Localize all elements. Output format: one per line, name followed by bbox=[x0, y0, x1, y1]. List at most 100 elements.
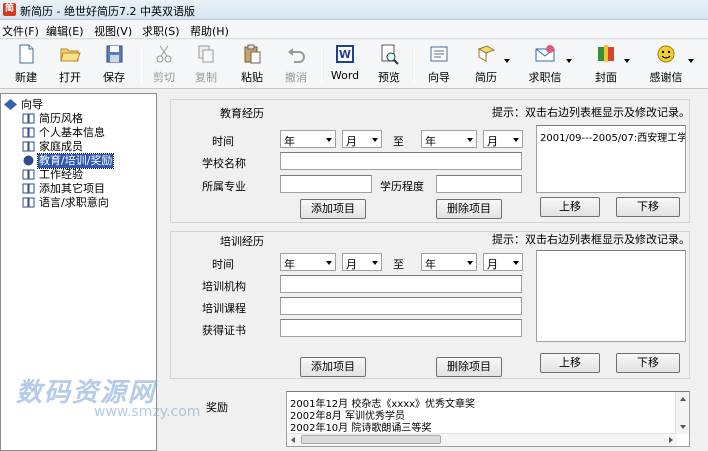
preview-button[interactable]: 预览 bbox=[370, 43, 408, 87]
envelope-icon bbox=[535, 45, 555, 62]
train-end-year-select[interactable]: 年 bbox=[421, 253, 477, 271]
undo-button[interactable]: 撤消 bbox=[278, 43, 314, 87]
edu-time-label: 时间 bbox=[212, 135, 234, 148]
scroll-up-icon bbox=[680, 397, 686, 401]
menu-help[interactable]: 帮助(H) bbox=[190, 23, 229, 39]
chevron-down-icon bbox=[467, 138, 473, 142]
chevron-down-icon bbox=[513, 261, 519, 265]
scissors-icon bbox=[156, 45, 172, 63]
svg-text:W: W bbox=[339, 48, 351, 61]
train-time-label: 时间 bbox=[212, 258, 234, 271]
resume-dropdown-button[interactable]: 简历 bbox=[464, 43, 510, 87]
train-cert-input[interactable] bbox=[280, 319, 522, 337]
scroll-left-icon bbox=[291, 437, 295, 443]
undo-arrow-icon bbox=[288, 48, 305, 63]
edu-end-year-select[interactable]: 年 bbox=[421, 130, 477, 148]
train-end-month-select[interactable]: 月 bbox=[483, 253, 523, 271]
chevron-down-icon bbox=[688, 59, 694, 63]
edu-start-year-select[interactable]: 年 bbox=[280, 130, 336, 148]
chevron-down-icon bbox=[372, 261, 378, 265]
cut-button[interactable]: 剪切 bbox=[146, 43, 182, 87]
major-input[interactable] bbox=[280, 175, 372, 193]
edu-start-month-select[interactable]: 月 bbox=[342, 130, 382, 148]
train-cert-label: 获得证书 bbox=[202, 324, 246, 337]
training-hint: 提示：双击右边列表框显示及修改记录。 bbox=[492, 233, 690, 246]
scroll-thumb bbox=[301, 435, 441, 444]
scroll-down-icon bbox=[680, 425, 686, 429]
education-hint: 提示：双击右边列表框显示及修改记录。 bbox=[492, 106, 690, 119]
wizard-icon bbox=[430, 46, 448, 62]
chevron-down-icon bbox=[326, 138, 332, 142]
list-item: 2002年10月 院诗歌朗诵三等奖 bbox=[290, 423, 432, 434]
save-disk-icon bbox=[106, 45, 123, 63]
train-course-input[interactable] bbox=[280, 297, 522, 315]
major-label: 所属专业 bbox=[202, 180, 246, 193]
copy-icon bbox=[198, 45, 214, 63]
train-to-label: 至 bbox=[393, 258, 404, 271]
train-course-label: 培训课程 bbox=[202, 302, 246, 315]
chevron-down-icon bbox=[326, 261, 332, 265]
paste-button[interactable]: 粘贴 bbox=[232, 43, 272, 87]
new-button[interactable]: 新建 bbox=[6, 43, 46, 87]
edu-to-label: 至 bbox=[393, 135, 404, 148]
awards-textarea[interactable]: 2001年12月 校杂志《xxxx》优秀文章奖 2002年8月 军训优秀学员 2… bbox=[286, 391, 690, 447]
menu-edit[interactable]: 编辑(E) bbox=[46, 23, 84, 39]
save-button[interactable]: 保存 bbox=[94, 43, 134, 87]
copy-button[interactable]: 复制 bbox=[188, 43, 224, 87]
wizard-button[interactable]: 向导 bbox=[420, 43, 458, 87]
new-document-icon bbox=[19, 44, 34, 64]
edu-end-month-select[interactable]: 月 bbox=[483, 130, 523, 148]
degree-input[interactable] bbox=[436, 175, 522, 193]
resume-icon bbox=[477, 45, 496, 62]
word-export-button[interactable]: W Word bbox=[326, 43, 364, 87]
menu-file[interactable]: 文件(F) bbox=[2, 23, 39, 39]
editor-pane: 教育经历 提示：双击右边列表框显示及修改记录。 时间 年 月 至 年 月 学校名… bbox=[160, 93, 708, 451]
thanks-letter-dropdown-button[interactable]: 感谢信 bbox=[640, 43, 694, 87]
chevron-down-icon bbox=[467, 261, 473, 265]
cover-ribbon-icon bbox=[598, 45, 614, 63]
menu-job[interactable]: 求职(S) bbox=[142, 23, 180, 39]
chevron-down-icon bbox=[504, 59, 510, 63]
preview-magnifier-icon bbox=[381, 44, 399, 65]
train-move-up-button[interactable]: 上移 bbox=[540, 353, 600, 373]
edu-delete-button[interactable]: 删除项目 bbox=[436, 199, 502, 219]
menu-view[interactable]: 视图(V) bbox=[94, 23, 132, 39]
awards-label: 奖励 bbox=[206, 401, 228, 414]
scroll-right-icon bbox=[669, 437, 673, 443]
book-icon bbox=[22, 127, 35, 138]
job-letter-dropdown-button[interactable]: 求职信 bbox=[520, 43, 572, 87]
edu-move-down-button[interactable]: 下移 bbox=[616, 197, 680, 217]
book-icon bbox=[22, 141, 35, 152]
training-heading: 培训经历 bbox=[220, 235, 264, 248]
training-record-list[interactable] bbox=[536, 250, 686, 342]
chevron-down-icon bbox=[372, 138, 378, 142]
education-heading: 教育经历 bbox=[220, 107, 264, 120]
degree-label: 学历程度 bbox=[380, 180, 424, 193]
open-button[interactable]: 打开 bbox=[50, 43, 90, 87]
school-name-input[interactable] bbox=[280, 152, 522, 170]
list-item[interactable]: 2001/09---2005/07:西安理工学院 bbox=[540, 129, 685, 144]
globe-icon bbox=[23, 155, 34, 166]
edu-add-button[interactable]: 添加项目 bbox=[300, 199, 366, 219]
word-icon: W bbox=[336, 45, 354, 63]
chevron-down-icon bbox=[566, 59, 572, 63]
train-move-down-button[interactable]: 下移 bbox=[616, 353, 680, 373]
train-add-button[interactable]: 添加项目 bbox=[300, 357, 366, 377]
book-icon bbox=[22, 183, 35, 194]
app-icon: 简 bbox=[3, 3, 16, 16]
book-icon bbox=[22, 169, 35, 180]
train-org-input[interactable] bbox=[280, 275, 522, 293]
school-label: 学校名称 bbox=[202, 157, 246, 170]
awards-horizontal-scrollbar[interactable] bbox=[287, 433, 677, 446]
train-delete-button[interactable]: 删除项目 bbox=[436, 357, 502, 377]
edu-move-up-button[interactable]: 上移 bbox=[540, 197, 600, 217]
smiley-icon bbox=[657, 45, 675, 63]
chevron-down-icon bbox=[513, 138, 519, 142]
cover-dropdown-button[interactable]: 封面 bbox=[584, 43, 630, 87]
title-bar: 简 新简历 - 绝世好简历7.2 中英双语版 bbox=[0, 0, 708, 20]
awards-vertical-scrollbar[interactable] bbox=[675, 392, 689, 434]
education-record-list[interactable]: 2001/09---2005/07:西安理工学院 bbox=[536, 125, 686, 193]
navigation-tree[interactable]: 向导 简历风格 个人基本信息 家庭成员 教育/培训/奖励 工作经验 添加其它项目… bbox=[0, 93, 157, 451]
train-start-month-select[interactable]: 月 bbox=[342, 253, 382, 271]
train-start-year-select[interactable]: 年 bbox=[280, 253, 336, 271]
